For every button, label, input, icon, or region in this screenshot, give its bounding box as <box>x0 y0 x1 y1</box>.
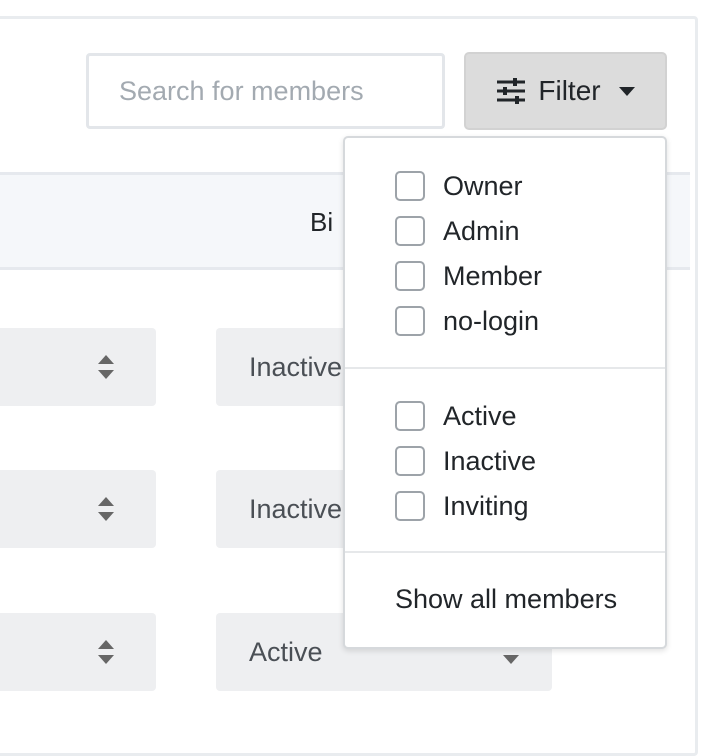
filter-button[interactable]: Filter <box>464 52 667 130</box>
checkbox[interactable] <box>395 306 425 336</box>
filter-option-inactive[interactable]: Inactive <box>395 444 536 478</box>
search-input[interactable] <box>86 53 445 129</box>
filter-button-label: Filter <box>538 75 601 106</box>
checkbox[interactable] <box>395 446 425 476</box>
filter-option-inviting[interactable]: Inviting <box>395 489 529 523</box>
sort-arrows-icon <box>98 640 114 664</box>
menu-divider <box>345 367 665 369</box>
filter-option-label: Member <box>443 260 543 291</box>
checkbox[interactable] <box>395 491 425 521</box>
checkbox[interactable] <box>395 401 425 431</box>
filter-option-label: Admin <box>443 215 520 246</box>
sliders-icon <box>497 78 526 104</box>
checkbox[interactable] <box>395 171 425 201</box>
sort-arrows-icon <box>98 355 114 379</box>
filter-option-member[interactable]: Member <box>395 259 542 293</box>
filter-option-label: Inviting <box>443 490 529 521</box>
sort-arrows-icon <box>98 497 114 521</box>
filter-dropdown-menu: Owner Admin Member no-login Active Inact… <box>343 136 667 649</box>
filter-option-owner[interactable]: Owner <box>395 169 523 203</box>
role-select[interactable] <box>0 613 156 691</box>
role-select[interactable] <box>0 470 156 548</box>
filter-option-label: Inactive <box>443 445 537 476</box>
show-all-members-item[interactable]: Show all members <box>395 584 617 615</box>
status-select-value: Inactive <box>249 493 343 524</box>
role-select[interactable] <box>0 328 156 406</box>
caret-down-icon <box>618 86 635 96</box>
filter-option-active[interactable]: Active <box>395 399 517 433</box>
checkbox[interactable] <box>395 261 425 291</box>
checkbox[interactable] <box>395 216 425 246</box>
filter-option-label: Active <box>443 400 517 431</box>
filter-option-label: Owner <box>443 170 523 201</box>
status-select-value: Active <box>249 636 323 667</box>
status-select-value: Inactive <box>249 351 343 382</box>
menu-divider <box>345 551 665 553</box>
filter-option-admin[interactable]: Admin <box>395 214 520 248</box>
filter-option-label: no-login <box>443 305 540 336</box>
column-header: Bi <box>310 207 334 237</box>
filter-option-no-login[interactable]: no-login <box>395 304 539 338</box>
